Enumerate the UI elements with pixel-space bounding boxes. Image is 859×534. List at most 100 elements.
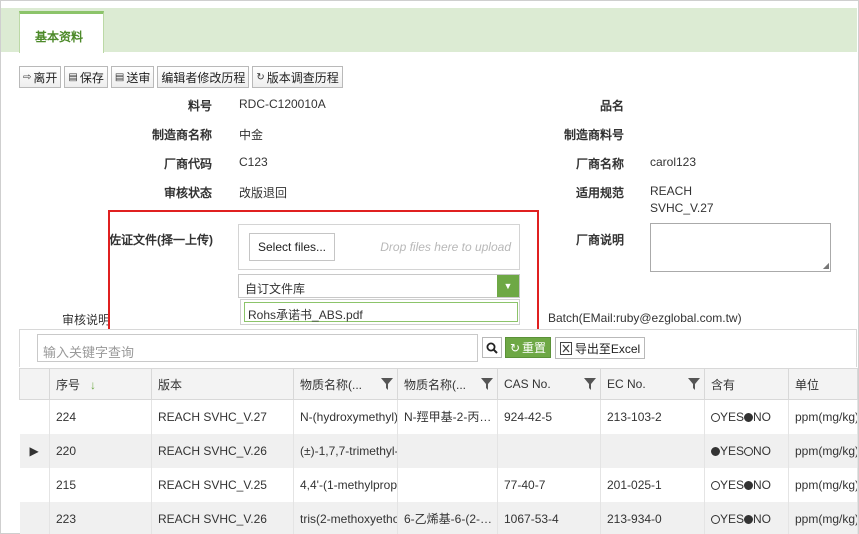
vendor-name-value: carol123: [650, 155, 697, 169]
cell-ec: 201-025-1: [600, 467, 705, 502]
document-library-combobox[interactable]: 自订文件库 ▼: [238, 274, 520, 298]
toolbar: ⇨ 离开 ▤ 保存 ▤ 送审 编辑者修改历程 ↻ 版本调查历程: [19, 66, 343, 88]
batch-text: Batch(EMail:ruby@ezglobal.com.tw): [548, 311, 742, 325]
manufacturer-part-label: 制造商料号: [563, 128, 624, 142]
column-header-label: EC No.: [607, 377, 646, 391]
part-no-value: RDC-C120010A: [239, 97, 326, 111]
history-icon: ↻: [256, 71, 265, 83]
column-header-0: [19, 368, 50, 400]
filter-icon[interactable]: [381, 378, 393, 390]
cell-seq: 215: [49, 467, 152, 502]
toolbar-button-1[interactable]: ▤ 保存: [64, 66, 108, 88]
search-placeholder: 输入关键字查询: [43, 345, 135, 360]
chevron-down-icon[interactable]: ▼: [497, 275, 519, 297]
cell-version: REACH SVHC_V.27: [151, 399, 294, 434]
manufacturer-value: 中金: [239, 128, 264, 142]
column-header-1[interactable]: 序号 ↓: [49, 368, 152, 400]
cell-contains: YES NO: [704, 433, 789, 468]
resize-grip-icon[interactable]: ◢: [823, 261, 829, 270]
cell-contains: YES NO: [704, 467, 789, 502]
column-header-7[interactable]: 含有: [704, 368, 789, 400]
vendor-name-label: 厂商名称: [575, 157, 624, 171]
cell-cas: 1067-53-4: [497, 501, 601, 534]
column-header-6[interactable]: EC No.: [600, 368, 705, 400]
filter-icon[interactable]: [481, 378, 493, 390]
evidence-label: 佐证文件(择一上传): [109, 233, 213, 247]
cell-name_cn: N-羥甲基-2-丙…: [397, 399, 498, 434]
product-name-label: 品名: [599, 99, 624, 113]
vendor-note-label: 厂商说明: [575, 233, 624, 247]
drop-hint: Drop files here to upload: [380, 240, 511, 254]
select-files-button[interactable]: Select files...: [249, 233, 335, 261]
excel-icon: [559, 341, 572, 355]
review-status-value: 改版退回: [239, 186, 288, 200]
row-selector-icon: [19, 501, 50, 534]
column-header-label: 版本: [158, 377, 183, 392]
column-header-label: 含有: [711, 377, 736, 392]
table-row[interactable]: 223 REACH SVHC_V.26 tris(2-methoxyetho 6-乙烯…: [19, 501, 858, 534]
column-header-label: 物质名称(...: [300, 377, 362, 392]
sort-arrow-icon[interactable]: ↓: [90, 378, 96, 392]
filter-icon[interactable]: [688, 378, 700, 390]
tab-basic-info[interactable]: 基本资料: [19, 11, 104, 53]
yes-radio[interactable]: [711, 412, 720, 422]
yes-radio[interactable]: [711, 514, 720, 524]
cell-ec: [600, 433, 705, 468]
column-header-3[interactable]: 物质名称(...: [293, 368, 398, 400]
tab-strip: [1, 8, 857, 52]
file-upload-dropzone[interactable]: Select files... Drop files here to uploa…: [238, 224, 520, 270]
yes-radio[interactable]: [711, 480, 720, 490]
no-radio[interactable]: [744, 412, 754, 422]
cell-seq: 223: [49, 501, 152, 534]
toolbar-button-2[interactable]: ▤ 送审: [110, 66, 155, 88]
send-icon: ▤: [114, 71, 125, 83]
column-header-2[interactable]: 版本: [151, 368, 294, 400]
vendor-code-value: C123: [239, 155, 268, 169]
row-selector-icon: [19, 399, 50, 434]
search-icon: [486, 342, 498, 354]
toolbar-button-label: 送审: [126, 70, 151, 85]
dropdown-item[interactable]: Rohs承诺书_ABS.pdf: [244, 302, 518, 322]
toolbar-button-4[interactable]: ↻ 版本调查历程: [252, 66, 343, 88]
no-label: NO: [753, 511, 772, 526]
column-header-8[interactable]: 单位: [788, 368, 858, 400]
table-row[interactable]: ▶ 220 REACH SVHC_V.26 (±)-1,7,7-trimethyl- Y…: [19, 433, 858, 468]
filter-icon[interactable]: [584, 378, 596, 390]
export-label: 导出至Excel: [574, 341, 641, 356]
table-row[interactable]: 224 REACH SVHC_V.27 N-(hydroxymethyl) N-羥甲基…: [19, 399, 858, 434]
column-header-5[interactable]: CAS No.: [497, 368, 601, 400]
search-input[interactable]: 输入关键字查询: [37, 334, 478, 362]
yes-radio[interactable]: [711, 446, 720, 456]
cell-name_cn: [397, 433, 498, 468]
export-excel-button[interactable]: 导出至Excel: [555, 337, 645, 359]
row-selector-icon: [19, 467, 50, 502]
spec-value-line2: SVHC_V.27: [650, 201, 714, 215]
yes-label: YES: [720, 409, 745, 424]
row-selector-icon: ▶: [19, 433, 50, 468]
cell-unit: ppm(mg/kg): [788, 467, 858, 502]
yes-label: YES: [720, 443, 745, 458]
cell-unit: ppm(mg/kg): [788, 399, 858, 434]
vendor-note-textarea[interactable]: ◢: [650, 223, 831, 272]
refresh-icon: ↻: [509, 340, 521, 355]
yes-label: YES: [720, 477, 745, 492]
combo-value[interactable]: 自订文件库: [245, 280, 305, 297]
toolbar-button-3[interactable]: 编辑者修改历程: [157, 66, 250, 88]
no-radio[interactable]: [744, 514, 754, 524]
no-radio[interactable]: [744, 446, 754, 456]
yes-label: YES: [720, 511, 745, 526]
toolbar-button-0[interactable]: ⇨ 离开: [19, 66, 62, 88]
table-row[interactable]: 215 REACH SVHC_V.25 4,4'-(1-methylprop 77-4…: [19, 467, 858, 502]
cell-seq: 220: [49, 433, 152, 468]
toolbar-button-label: 版本调查历程: [266, 70, 339, 85]
no-radio[interactable]: [744, 480, 754, 490]
save-icon: ▤: [68, 71, 78, 83]
reset-button[interactable]: ↻ 重置: [505, 337, 551, 358]
cell-unit: ppm(mg/kg): [788, 501, 858, 534]
column-header-label: CAS No.: [504, 377, 551, 391]
review-note-label: 审核说明: [62, 313, 111, 327]
cell-unit: ppm(mg/kg): [788, 433, 858, 468]
column-header-4[interactable]: 物质名称(...: [397, 368, 498, 400]
search-button[interactable]: [482, 337, 502, 358]
cell-name_en: 4,4'-(1-methylprop: [293, 467, 398, 502]
